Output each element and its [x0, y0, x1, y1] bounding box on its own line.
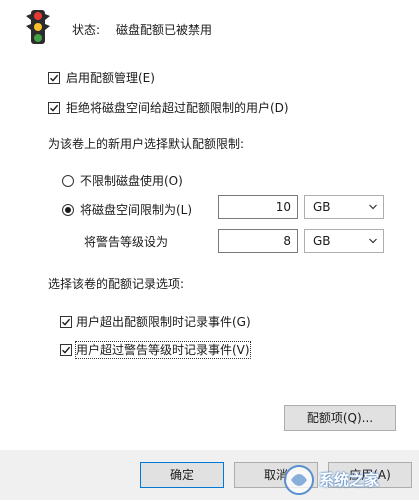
limit-unit-select[interactable]: GB: [304, 195, 384, 219]
no-limit-label: 不限制磁盘使用(O): [80, 174, 183, 188]
deny-space-option[interactable]: 拒绝将磁盘空间给超过配额限制的用户(D): [48, 100, 289, 116]
log-limit-label: 用户超出配额限制时记录事件(G): [76, 315, 251, 329]
watermark: 系统之家: [279, 456, 419, 500]
limit-label: 将磁盘空间限制为(L): [80, 203, 193, 217]
deny-space-checkbox[interactable]: [48, 102, 60, 114]
limit-value-input[interactable]: 10: [218, 195, 298, 219]
log-limit-checkbox[interactable]: [60, 316, 72, 328]
deny-space-label: 拒绝将磁盘空间给超过配额限制的用户(D): [66, 101, 289, 115]
log-warning-option[interactable]: 用户超过警告等级时记录事件(V): [60, 341, 251, 359]
warning-value-input[interactable]: 8: [218, 229, 298, 253]
no-limit-option[interactable]: 不限制磁盘使用(O): [62, 173, 183, 189]
log-limit-option[interactable]: 用户超出配额限制时记录事件(G): [60, 314, 251, 330]
limit-radio[interactable]: [62, 204, 74, 216]
enable-quota-label: 启用配额管理(E): [66, 71, 155, 85]
logging-heading: 选择该卷的配额记录选项:: [48, 277, 185, 291]
no-limit-radio[interactable]: [62, 175, 74, 187]
warning-unit-select[interactable]: GB: [304, 229, 384, 253]
chevron-down-icon: [369, 204, 377, 210]
chevron-down-icon: [369, 238, 377, 244]
watermark-text: 系统之家: [319, 471, 380, 489]
log-warning-checkbox[interactable]: [60, 344, 72, 356]
limit-option[interactable]: 将磁盘空间限制为(L): [62, 202, 192, 218]
warning-label: 将警告等级设为: [84, 235, 169, 249]
default-limit-heading: 为该卷上的新用户选择默认配额限制:: [48, 137, 245, 151]
status-label: 状态:: [72, 23, 101, 37]
traffic-light-icon: [24, 10, 52, 44]
enable-quota-option[interactable]: 启用配额管理(E): [48, 70, 155, 86]
ok-button[interactable]: 确定: [140, 462, 224, 488]
warning-unit-value: GB: [313, 234, 331, 248]
enable-quota-checkbox[interactable]: [48, 72, 60, 84]
status-value: 磁盘配额已被禁用: [116, 23, 213, 37]
log-warning-label: 用户超过警告等级时记录事件(V): [75, 341, 251, 359]
quota-entries-button[interactable]: 配额项(Q)...: [284, 405, 396, 431]
limit-unit-value: GB: [313, 200, 331, 214]
